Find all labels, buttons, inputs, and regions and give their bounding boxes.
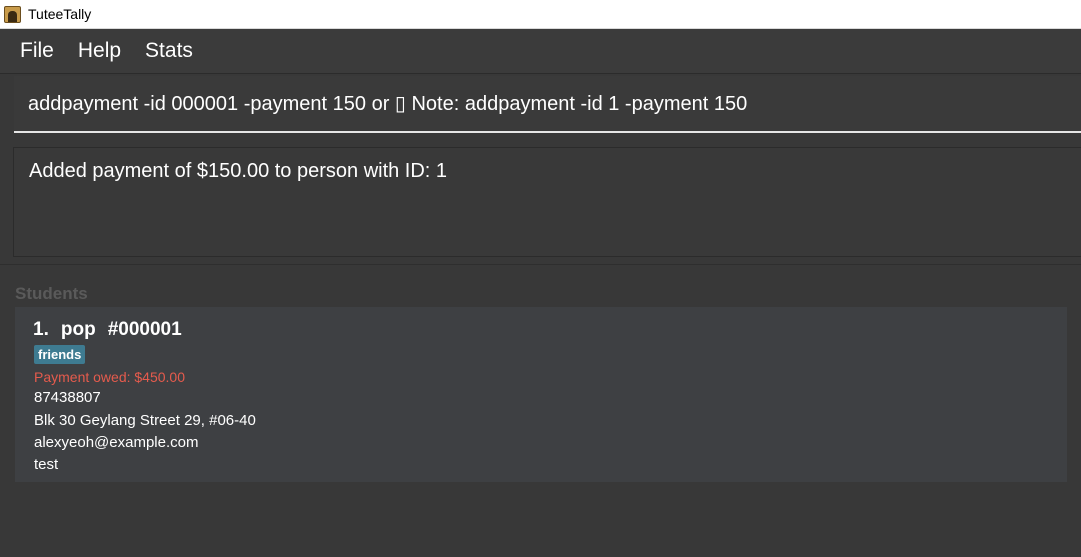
window-titlebar: TuteeTally: [0, 0, 1081, 29]
command-box: [14, 76, 1081, 133]
tag-badge: friends: [34, 345, 86, 364]
command-input[interactable]: [14, 76, 1081, 131]
app-user-icon: [4, 5, 21, 23]
command-panel: [0, 73, 1081, 139]
list-title: Students: [15, 284, 88, 303]
card-header: 1. pop #000001: [33, 319, 182, 341]
menu-stats[interactable]: Stats: [133, 39, 205, 63]
card-index: 1.: [33, 319, 49, 340]
payment-owed: Payment owed: $450.00: [34, 369, 185, 385]
window-title: TuteeTally: [28, 6, 92, 22]
student-list-panel: Students 1. pop #000001 friends Payment …: [0, 264, 1081, 557]
card-name: pop: [60, 319, 96, 340]
subject: test: [34, 456, 59, 473]
result-message: Added payment of $150.00 to person with …: [29, 160, 448, 182]
phone: 87438807: [34, 389, 101, 406]
menu-file[interactable]: File: [8, 39, 66, 63]
email: alexyeoh@example.com: [34, 434, 199, 451]
menu-bar: File Help Stats: [0, 29, 1081, 73]
menu-help[interactable]: Help: [66, 39, 133, 63]
address: Blk 30 Geylang Street 29, #06-40: [34, 412, 256, 429]
student-card[interactable]: 1. pop #000001 friends Payment owed: $45…: [15, 307, 1067, 482]
result-display: Added payment of $150.00 to person with …: [13, 147, 1081, 257]
card-id: #000001: [107, 319, 182, 340]
